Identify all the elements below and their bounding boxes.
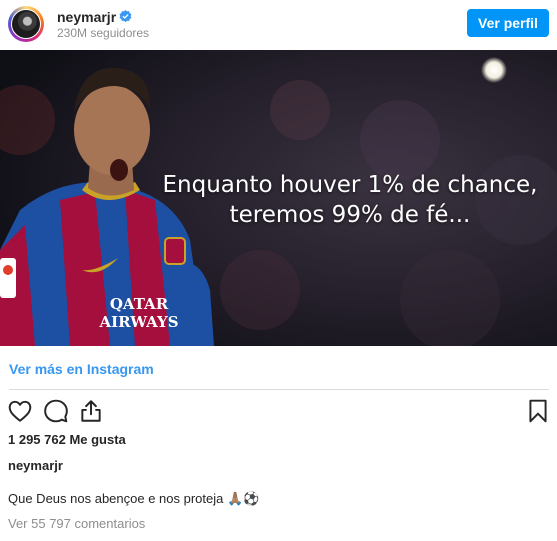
- post-header: neymarjr 230M seguidores Ver perfil: [0, 0, 557, 50]
- view-comments-link[interactable]: Ver 55 797 comentarios: [8, 516, 145, 532]
- verified-badge-icon: [119, 10, 132, 23]
- avatar-image: [11, 9, 41, 39]
- overlay-text-line: teremos 99% de fé...: [229, 202, 471, 228]
- caption-username[interactable]: neymarjr: [8, 458, 63, 474]
- username-link[interactable]: neymarjr: [57, 8, 116, 26]
- profile-avatar[interactable]: [8, 6, 44, 42]
- bookmark-icon[interactable]: [525, 398, 551, 424]
- image-overlay-text: Enquanto houver 1% de chance, teremos 99…: [140, 170, 557, 230]
- comment-icon[interactable]: [43, 398, 69, 424]
- followers-count: 230M seguidores: [57, 26, 150, 40]
- heart-icon[interactable]: [7, 398, 33, 424]
- likes-count[interactable]: 1 295 762 Me gusta: [8, 432, 126, 448]
- caption-text: Que Deus nos abençoe e nos proteja 🙏🏽⚽: [8, 491, 260, 506]
- jersey-sponsor-label: QATAR AIRWAYS: [99, 295, 179, 331]
- jersey-sponsor-text: QATAR AIRWAYS: [84, 295, 194, 331]
- overlay-text-line: Enquanto houver 1% de chance,: [162, 172, 538, 198]
- post-image[interactable]: Enquanto houver 1% de chance, teremos 99…: [0, 50, 557, 346]
- divider: [9, 389, 549, 390]
- view-profile-button[interactable]: Ver perfil: [467, 9, 549, 37]
- share-icon[interactable]: [78, 398, 104, 424]
- view-more-on-instagram-link[interactable]: Ver más en Instagram: [9, 360, 154, 378]
